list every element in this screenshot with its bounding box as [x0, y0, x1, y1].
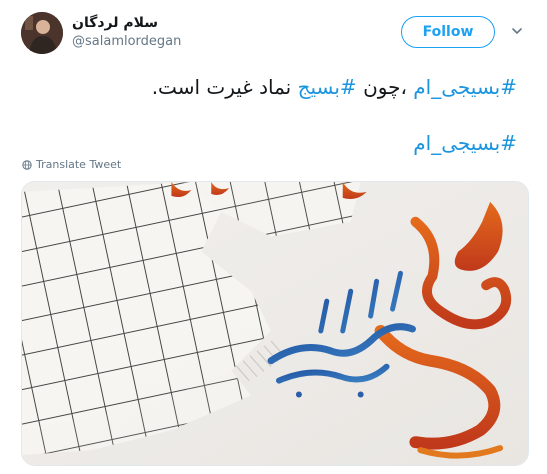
translate-tweet-link[interactable]: Translate Tweet — [22, 158, 121, 171]
tweet-media-image[interactable] — [21, 181, 529, 466]
globe-icon — [22, 159, 32, 170]
avatar[interactable] — [21, 12, 63, 54]
tweet-text: نماد غیرت است. — [151, 75, 292, 99]
chevron-down-icon[interactable] — [510, 24, 524, 38]
tweet-text: ،چون — [363, 75, 407, 99]
translate-label: Translate Tweet — [36, 158, 122, 171]
hashtag-link[interactable]: #بسیج — [298, 75, 357, 99]
hashtag-link[interactable]: #بسیجی_ام — [413, 131, 517, 155]
hashtag-link[interactable]: #بسیجی_ام — [413, 75, 517, 99]
follow-button[interactable]: Follow — [401, 16, 495, 48]
author-display-name[interactable]: سلام لردگان — [72, 15, 158, 31]
tweet: سلام لردگان @salamlordegan Follow #بسیجی… — [0, 0, 547, 474]
tweet-text-line-1: #بسیجی_ام ،چون #بسیج نماد غیرت است. — [152, 74, 517, 100]
author-handle[interactable]: @salamlordegan — [72, 34, 181, 49]
tweet-text-line-2: #بسیجی_ام — [413, 130, 517, 156]
